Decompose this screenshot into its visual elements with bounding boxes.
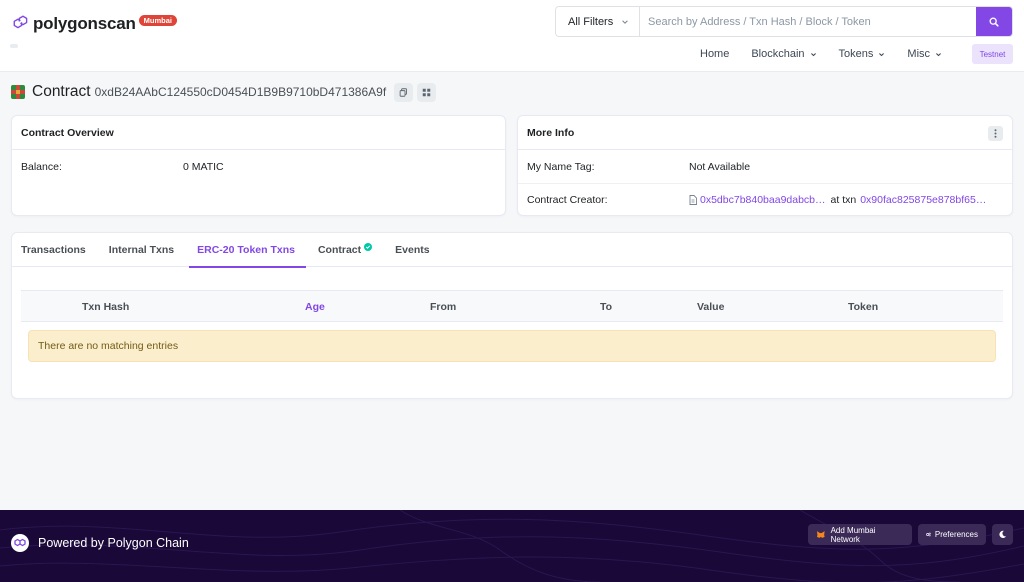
add-network-button[interactable]: Add Mumbai Network [808,524,912,545]
column-token: Token [848,301,879,313]
column-to: To [600,301,613,313]
qr-code-icon [422,88,431,96]
page-title: Contract 0xdB24AAbC124550cD0454D1B9B9710… [11,82,440,102]
column-value: Value [697,301,725,313]
chevron-down-icon [622,19,628,24]
chevron-down-icon [936,52,941,56]
powered-by-text: Powered by Polygon Chain [38,536,189,550]
name-tag-row: My Name Tag: Not Available [518,150,1012,183]
add-network-label: Add Mumbai Network [830,525,876,544]
tab-events[interactable]: Events [395,233,440,267]
polygon-logo-icon [13,15,28,29]
metamask-icon [816,531,825,538]
table-header: Txn Hash Age From To Value Token [21,290,1003,322]
site-logo[interactable]: polygonscan Mumbai [11,14,177,34]
contract-avatar [11,85,25,99]
tab-transactions[interactable]: Transactions [21,233,97,267]
tab-internal-txns[interactable]: Internal Txns [109,233,185,267]
column-txn-hash: Txn Hash [82,301,130,313]
tab-erc20-label: ERC-20 Token Txns [197,244,295,256]
transactions-card: Transactions Internal Txns ERC-20 Token … [11,232,1013,399]
main-nav: Home Blockchain Tokens Misc [700,44,964,64]
copy-icon [399,87,408,97]
balance-value: 0 MATIC [183,160,224,173]
chevron-down-icon [879,52,885,56]
search-bar: All Filters [555,6,1013,37]
preferences-button[interactable]: Preferences [918,524,986,545]
creator-txn-link[interactable]: 0x90fac825875e878bf65… [860,194,986,206]
nav-tokens-label: Tokens [838,48,874,60]
nav-home[interactable]: Home [700,48,729,60]
contract-overview-heading: Contract Overview [12,116,505,150]
moon-icon [999,530,1007,539]
more-options-button[interactable] [988,126,1003,141]
nav-misc-label: Misc [907,48,931,60]
nav-home-label: Home [700,48,730,60]
qr-code-button[interactable] [417,82,437,102]
nav-blockchain-label: Blockchain [751,48,805,60]
empty-table-message: There are no matching entries [28,330,996,362]
vertical-ellipsis-icon [994,129,997,138]
search-button[interactable] [976,7,1012,36]
network-badge: Mumbai [138,14,177,26]
tab-events-label: Events [395,244,430,256]
more-info-card: More Info My Name Tag: Not Available Con… [517,115,1013,216]
chevron-down-icon [810,52,816,56]
tab-internal-txns-label: Internal Txns [108,244,175,256]
nav-tokens[interactable]: Tokens [839,48,886,60]
name-tag-value: Not Available [689,160,751,173]
column-from: From [430,301,457,313]
site-footer: Powered by Polygon Chain Add Mumbai Netw… [0,510,1024,582]
contract-creator-row: Contract Creator: 0x5dbc7b840baa9dabcb… … [518,183,1012,216]
polygon-logo-icon [11,534,29,552]
tab-bar: Transactions Internal Txns ERC-20 Token … [12,233,1012,268]
search-input[interactable] [640,7,976,36]
nav-misc[interactable]: Misc [907,48,942,60]
contract-creator-label: Contract Creator: [527,194,608,206]
filter-label: All Filters [568,15,614,28]
nav-blockchain[interactable]: Blockchain [751,48,816,60]
site-header: polygonscan Mumbai All Filters Home Bloc… [0,0,1024,72]
filter-dropdown[interactable]: All Filters [556,7,640,36]
header-indicator [10,44,18,48]
tab-transactions-label: Transactions [21,244,86,256]
copy-address-button[interactable] [394,82,414,102]
more-info-heading: More Info [518,116,1012,150]
name-tag-label: My Name Tag: [527,160,595,173]
verified-check-icon [364,243,373,251]
tab-contract-label: Contract [317,244,362,256]
tab-contract[interactable]: Contract [318,233,383,267]
preferences-label: Preferences [934,530,978,539]
dark-mode-toggle[interactable] [992,524,1013,545]
balance-row: Balance: 0 MATIC [12,150,505,183]
document-icon [689,195,697,205]
tab-erc20-token-txns[interactable]: ERC-20 Token Txns [189,233,306,268]
gears-icon [926,532,931,537]
page-title-label: Contract [32,83,91,100]
search-icon [989,17,999,27]
at-txn-label: at txn [830,194,857,206]
column-age[interactable]: Age [305,301,325,313]
testnet-button[interactable]: Testnet [972,44,1013,64]
balance-label: Balance: [21,160,62,173]
footer-brand: Powered by Polygon Chain [11,534,189,552]
contract-overview-card: Contract Overview Balance: 0 MATIC [11,115,506,216]
logo-text: polygonscan [33,14,136,33]
creator-address-link[interactable]: 0x5dbc7b840baa9dabcb… [700,194,826,206]
contract-address: 0xdB24AAbC124550cD0454D1B9B9710bD471386A… [94,85,387,99]
